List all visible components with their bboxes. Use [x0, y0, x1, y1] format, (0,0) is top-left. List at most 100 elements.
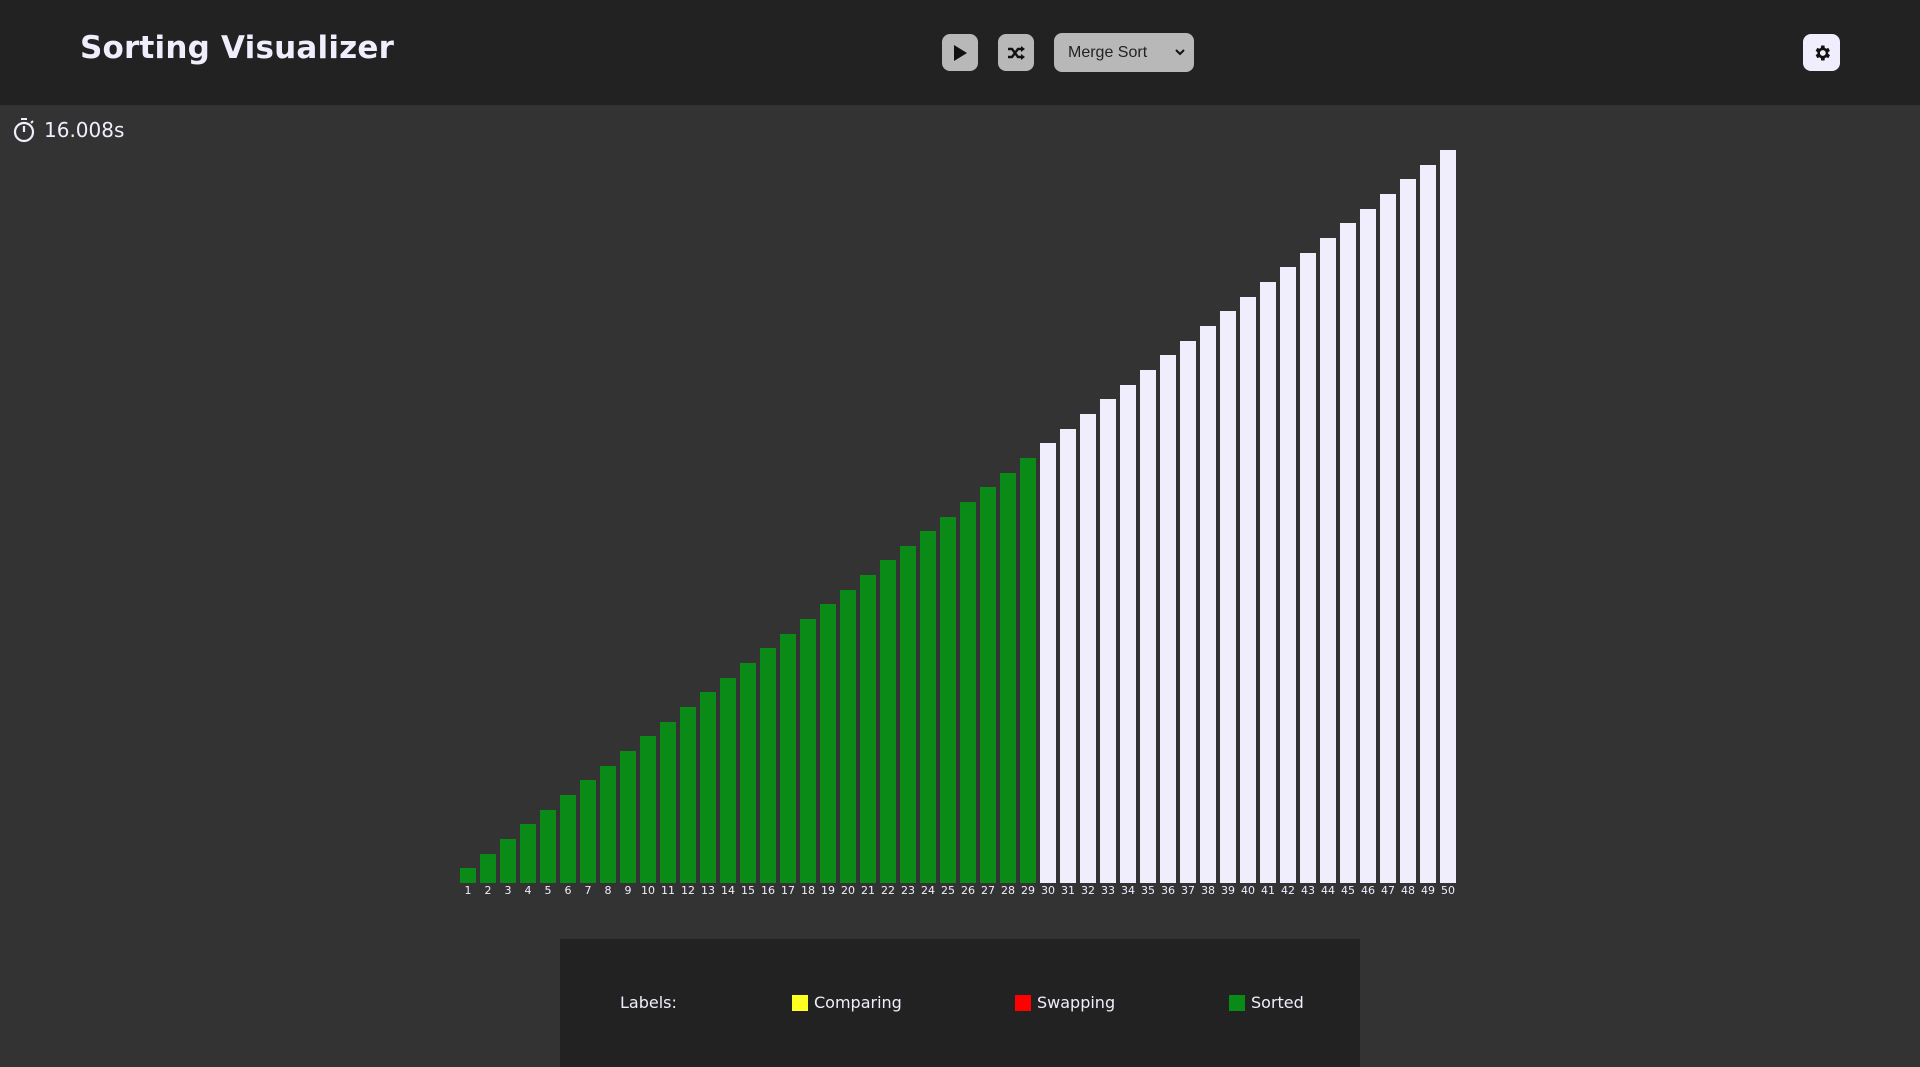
bar-22 — [880, 560, 896, 883]
bar-50 — [1440, 150, 1456, 883]
bar-18 — [800, 619, 816, 883]
bar-1 — [460, 868, 476, 883]
bar-label-41: 41 — [1261, 884, 1275, 897]
legend-swatch-sorted — [1229, 994, 1245, 1011]
bar-46 — [1360, 208, 1376, 883]
legend-item-swapping: Swapping — [1015, 993, 1115, 1012]
bar-label-32: 32 — [1081, 884, 1095, 897]
bar-label-7: 7 — [584, 884, 592, 897]
bar-5 — [540, 809, 556, 883]
bar-42 — [1280, 267, 1296, 883]
bar-15 — [740, 663, 756, 883]
bar-label-33: 33 — [1101, 884, 1115, 897]
legend-item-sorted: Sorted — [1229, 993, 1304, 1012]
bar-11 — [660, 721, 676, 883]
bar-3 — [500, 839, 516, 883]
bar-label-39: 39 — [1221, 884, 1235, 897]
bar-label-31: 31 — [1061, 884, 1075, 897]
legend-heading-text: Labels: — [620, 993, 677, 1012]
bar-26 — [960, 501, 976, 883]
legend-label: Comparing — [814, 993, 902, 1012]
bar-label-29: 29 — [1021, 884, 1035, 897]
bar-label-26: 26 — [961, 884, 975, 897]
bar-31 — [1060, 428, 1076, 883]
bar-label-15: 15 — [741, 884, 755, 897]
bar-label-12: 12 — [681, 884, 695, 897]
bar-label-2: 2 — [484, 884, 492, 897]
bar-label-20: 20 — [841, 884, 855, 897]
bar-37 — [1180, 340, 1196, 883]
bar-label-46: 46 — [1361, 884, 1375, 897]
bar-43 — [1300, 252, 1316, 883]
bar-label-9: 9 — [624, 884, 632, 897]
bar-label-6: 6 — [564, 884, 572, 897]
bar-label-38: 38 — [1201, 884, 1215, 897]
bar-label-43: 43 — [1301, 884, 1315, 897]
bar-label-14: 14 — [721, 884, 735, 897]
bar-label-16: 16 — [761, 884, 775, 897]
bar-23 — [900, 545, 916, 883]
bar-47 — [1380, 193, 1396, 883]
bar-28 — [1000, 472, 1016, 883]
bar-label-50: 50 — [1441, 884, 1455, 897]
bar-9 — [620, 751, 636, 883]
bar-40 — [1240, 296, 1256, 883]
bar-label-49: 49 — [1421, 884, 1435, 897]
bar-label-23: 23 — [901, 884, 915, 897]
bar-30 — [1040, 443, 1056, 883]
bar-label-36: 36 — [1161, 884, 1175, 897]
bar-16 — [760, 648, 776, 883]
legend-swatch-comparing — [792, 994, 808, 1011]
bar-label-40: 40 — [1241, 884, 1255, 897]
legend-label: Sorted — [1251, 993, 1304, 1012]
bar-label-8: 8 — [604, 884, 612, 897]
bar-36 — [1160, 355, 1176, 883]
bar-41 — [1260, 281, 1276, 883]
bar-34 — [1120, 384, 1136, 883]
bar-label-44: 44 — [1321, 884, 1335, 897]
bar-chart: 1 2 3 4 5 6 7 8 9 10 11 12 13 14 15 16 17 18 19 20 21 22 23 24 2… — [0, 0, 1920, 920]
bar-label-42: 42 — [1281, 884, 1295, 897]
bar-7 — [580, 780, 596, 883]
bar-25 — [940, 516, 956, 883]
legend-label: Swapping — [1037, 993, 1116, 1012]
bar-32 — [1080, 413, 1096, 883]
legend-heading: Labels: — [620, 993, 677, 1012]
bar-label-37: 37 — [1181, 884, 1195, 897]
bar-48 — [1400, 179, 1416, 883]
bar-label-34: 34 — [1121, 884, 1135, 897]
bar-10 — [640, 736, 656, 883]
bar-label-22: 22 — [881, 884, 895, 897]
bar-label-5: 5 — [544, 884, 552, 897]
bar-44 — [1320, 237, 1336, 883]
bar-label-30: 30 — [1041, 884, 1055, 897]
bar-19 — [820, 604, 836, 883]
bar-label-1: 1 — [464, 884, 472, 897]
bar-20 — [840, 589, 856, 883]
bar-6 — [560, 795, 576, 883]
bar-24 — [920, 531, 936, 883]
bar-label-19: 19 — [821, 884, 835, 897]
bar-27 — [980, 487, 996, 883]
bar-label-25: 25 — [941, 884, 955, 897]
bar-13 — [700, 692, 716, 883]
bar-29 — [1020, 457, 1036, 883]
bar-14 — [720, 677, 736, 883]
legend-swatch-swapping — [1015, 994, 1031, 1011]
bar-label-28: 28 — [1001, 884, 1015, 897]
bar-39 — [1220, 311, 1236, 883]
bar-45 — [1340, 223, 1356, 883]
bar-label-3: 3 — [504, 884, 512, 897]
bar-label-48: 48 — [1401, 884, 1415, 897]
bar-label-27: 27 — [981, 884, 995, 897]
bar-12 — [680, 707, 696, 883]
bar-label-17: 17 — [781, 884, 795, 897]
bar-label-18: 18 — [801, 884, 815, 897]
bar-label-45: 45 — [1341, 884, 1355, 897]
bar-21 — [860, 575, 876, 883]
bar-label-13: 13 — [701, 884, 715, 897]
bar-8 — [600, 765, 616, 883]
bar-label-47: 47 — [1381, 884, 1395, 897]
bar-17 — [780, 633, 796, 883]
bar-label-24: 24 — [921, 884, 935, 897]
